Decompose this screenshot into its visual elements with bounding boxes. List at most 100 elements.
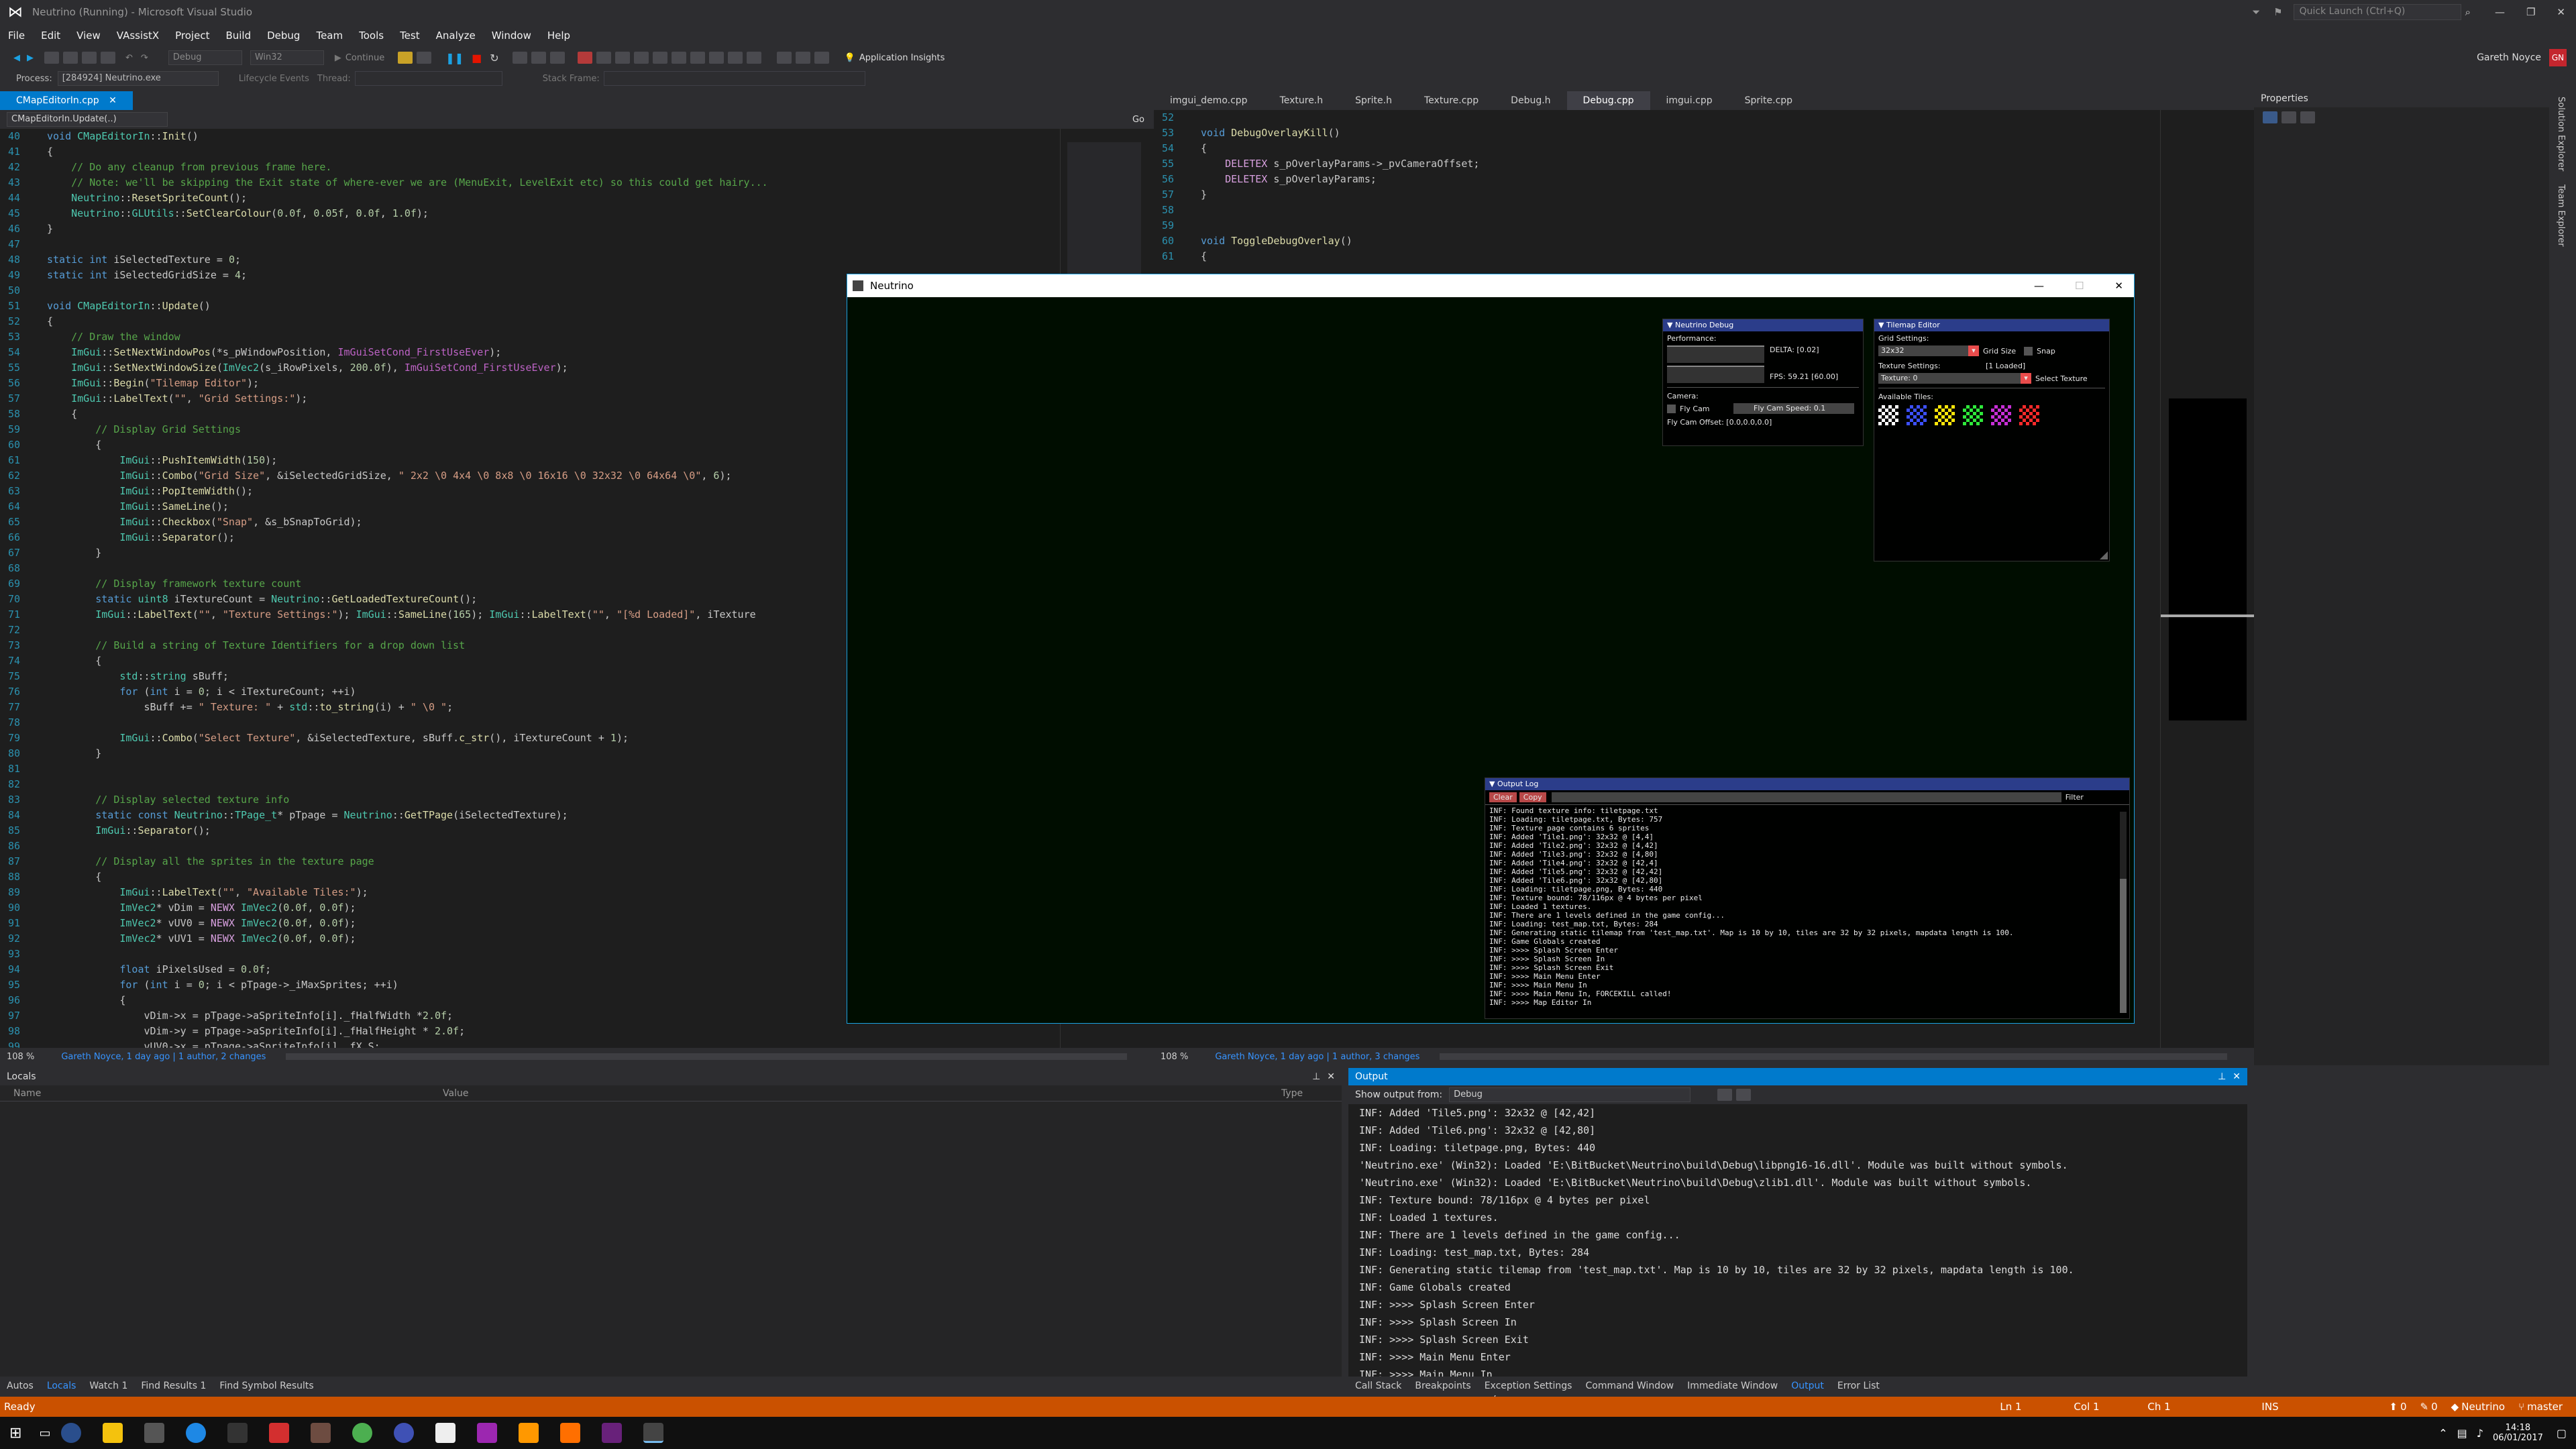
- restart-icon[interactable]: ↻: [490, 52, 498, 64]
- menu-debug[interactable]: Debug: [259, 30, 308, 42]
- imgui-output-log-window[interactable]: ▼ Output Log Clear Copy Filter INF: Foun…: [1485, 777, 2130, 1019]
- right-code-line[interactable]: 53 void DebugOverlayKill(): [1154, 125, 2160, 141]
- menu-window[interactable]: Window: [484, 30, 539, 42]
- save-icon[interactable]: [82, 52, 97, 64]
- fly-cam-speed-slider[interactable]: Fly Cam Speed: 0.1: [1733, 403, 1854, 414]
- taskbar-app-2-icon[interactable]: [103, 1423, 123, 1443]
- left-code-line[interactable]: 47: [0, 237, 1060, 252]
- undo-icon[interactable]: ↶: [125, 53, 133, 63]
- tab-imgui-cpp[interactable]: imgui.cpp: [1650, 91, 1729, 110]
- tile-6[interactable]: [2019, 405, 2039, 425]
- select-texture-combo[interactable]: Texture: 0 ▾: [1878, 373, 2031, 384]
- log-scrollbar[interactable]: [2120, 812, 2127, 1013]
- left-code-line[interactable]: 46}: [0, 221, 1060, 237]
- platform-dropdown[interactable]: Win32: [250, 50, 324, 65]
- tab-texture-cpp[interactable]: Texture.cpp: [1408, 91, 1495, 110]
- left-code-line[interactable]: 43 // Note: we'll be skipping the Exit s…: [0, 175, 1060, 191]
- texture-combo-arrow-icon[interactable]: ▾: [2021, 373, 2031, 384]
- branch-icon[interactable]: ⑂: [2518, 1401, 2524, 1413]
- continue-icon[interactable]: ▶: [335, 53, 341, 63]
- tool-icon-8[interactable]: [727, 52, 743, 64]
- hex-display-icon[interactable]: [577, 52, 592, 64]
- task-view-icon[interactable]: ▭: [39, 1426, 50, 1440]
- left-code-line[interactable]: 42 // Do any cleanup from previous frame…: [0, 160, 1060, 175]
- action-center-icon[interactable]: ▢: [2557, 1427, 2567, 1440]
- notifications-icon[interactable]: ⚑: [2273, 6, 2282, 18]
- taskbar-app-3-icon[interactable]: [144, 1423, 165, 1443]
- taskbar-app-11-icon[interactable]: [477, 1423, 498, 1443]
- tile-4[interactable]: [1963, 405, 1983, 425]
- tab-sprite-cpp[interactable]: Sprite.cpp: [1729, 91, 1809, 110]
- tab-cmapeditorin-cpp[interactable]: CMapEditorIn.cpp ✕: [0, 91, 133, 110]
- left-code-line[interactable]: 98 vDim->y = pTpage->aSpriteInfo[i]._fHa…: [0, 1024, 1060, 1039]
- filter-icon[interactable]: ⏷: [2252, 6, 2260, 18]
- redo-icon[interactable]: ↷: [141, 53, 148, 63]
- output-text[interactable]: INF: Added 'Tile5.png': 32x32 @ [42,42] I…: [1348, 1104, 2247, 1418]
- tile-2[interactable]: [1907, 405, 1927, 425]
- tab-imgui_demo-cpp[interactable]: imgui_demo.cpp: [1154, 91, 1264, 110]
- tool-icon-1[interactable]: [596, 52, 611, 64]
- close-icon[interactable]: ✕: [109, 95, 117, 106]
- right-code-line[interactable]: 59: [1154, 218, 2160, 233]
- tray-network-icon[interactable]: ▤: [2457, 1427, 2467, 1440]
- menu-build[interactable]: Build: [217, 30, 259, 42]
- menu-file[interactable]: File: [0, 30, 33, 42]
- right-code-line[interactable]: 55 DELETEX s_pOverlayParams->_pvCameraOf…: [1154, 156, 2160, 172]
- taskbar-app-4-icon[interactable]: [186, 1423, 207, 1443]
- status-branch[interactable]: master: [2527, 1401, 2563, 1413]
- taskbar-app-6-icon[interactable]: [269, 1423, 290, 1443]
- tool-icon-9[interactable]: [746, 52, 761, 64]
- resize-grip[interactable]: [2100, 551, 2108, 559]
- neutrino-close-button[interactable]: ✕: [2114, 280, 2123, 292]
- left-code-line[interactable]: 48 static int iSelectedTexture = 0;: [0, 252, 1060, 268]
- horizontal-scrollbar-right[interactable]: [1440, 1053, 2227, 1060]
- team-explorer-tab[interactable]: Team Explorer: [2556, 184, 2566, 247]
- right-code-line[interactable]: 57}: [1154, 187, 2160, 203]
- menu-project[interactable]: Project: [167, 30, 217, 42]
- neutrino-window[interactable]: Neutrino — ☐ ✕ ▼ Neutrino Debug Performa…: [847, 274, 2135, 1024]
- right-code-line[interactable]: 60 void ToggleDebugOverlay(): [1154, 233, 2160, 249]
- tool-icon-7[interactable]: [708, 52, 724, 64]
- output-tab-output[interactable]: Output: [1791, 1381, 1824, 1391]
- process-dropdown[interactable]: [284924] Neutrino.exe: [57, 71, 219, 86]
- attach-icon[interactable]: [398, 52, 413, 64]
- tile-1[interactable]: [1878, 405, 1898, 425]
- save-all-icon[interactable]: [101, 52, 115, 64]
- bookmark-icon[interactable]: [776, 52, 792, 64]
- solution-explorer-tab[interactable]: Solution Explorer: [2556, 97, 2566, 171]
- left-code-line[interactable]: 99 vUV0->x = pTpage->aSpriteInfo[i]._fX_…: [0, 1039, 1060, 1048]
- col-value[interactable]: Value: [443, 1088, 1281, 1099]
- taskbar-app-7-icon[interactable]: [311, 1423, 331, 1443]
- output-tab-immediate-window[interactable]: Immediate Window: [1687, 1381, 1778, 1391]
- output-tab-exception-settings[interactable]: Exception Settings: [1485, 1381, 1572, 1391]
- log-filter-input[interactable]: [1551, 792, 2061, 802]
- user-name[interactable]: Gareth Noyce: [2477, 52, 2541, 63]
- forward-icon[interactable]: ▶: [27, 53, 34, 63]
- right-code-line[interactable]: 54 {: [1154, 141, 2160, 156]
- tab-texture-h[interactable]: Texture.h: [1264, 91, 1340, 110]
- tilemap-window-title[interactable]: ▼ Tilemap Editor: [1874, 319, 2109, 331]
- bookmark-next-icon[interactable]: [795, 52, 810, 64]
- status-push-count[interactable]: 0: [2400, 1401, 2407, 1413]
- output-tab-breakpoints[interactable]: Breakpoints: [1415, 1381, 1470, 1391]
- neutrino-minimize-button[interactable]: —: [2034, 280, 2044, 292]
- left-code-line[interactable]: 44 Neutrino::ResetSpriteCount();: [0, 191, 1060, 206]
- menu-analyze[interactable]: Analyze: [428, 30, 484, 42]
- tab-debug-cpp[interactable]: Debug.cpp: [1566, 91, 1650, 110]
- continue-button[interactable]: Continue: [345, 53, 384, 63]
- tool-icon-2[interactable]: [614, 52, 630, 64]
- right-code-line[interactable]: 61 {: [1154, 249, 2160, 264]
- locals-tab-find-symbol-results[interactable]: Find Symbol Results: [219, 1381, 313, 1391]
- tray-clock[interactable]: 14:18 06/01/2017: [2493, 1423, 2543, 1443]
- taskbar-chrome-icon[interactable]: [352, 1423, 373, 1443]
- alphabetical-icon[interactable]: [2282, 111, 2296, 123]
- repo-icon[interactable]: ◆: [2451, 1401, 2459, 1413]
- status-project[interactable]: Neutrino: [2461, 1401, 2505, 1413]
- output-pin-icon[interactable]: ⊥: [2218, 1071, 2226, 1082]
- thread-dropdown[interactable]: [354, 71, 502, 86]
- left-code-line[interactable]: 40 void CMapEditorIn::Init(): [0, 129, 1060, 144]
- neutrino-maximize-button[interactable]: ☐: [2075, 280, 2084, 292]
- taskbar-app-10-icon[interactable]: [435, 1423, 456, 1443]
- locals-close-icon[interactable]: ✕: [1327, 1071, 1335, 1082]
- push-icon[interactable]: ⬆: [2389, 1401, 2398, 1413]
